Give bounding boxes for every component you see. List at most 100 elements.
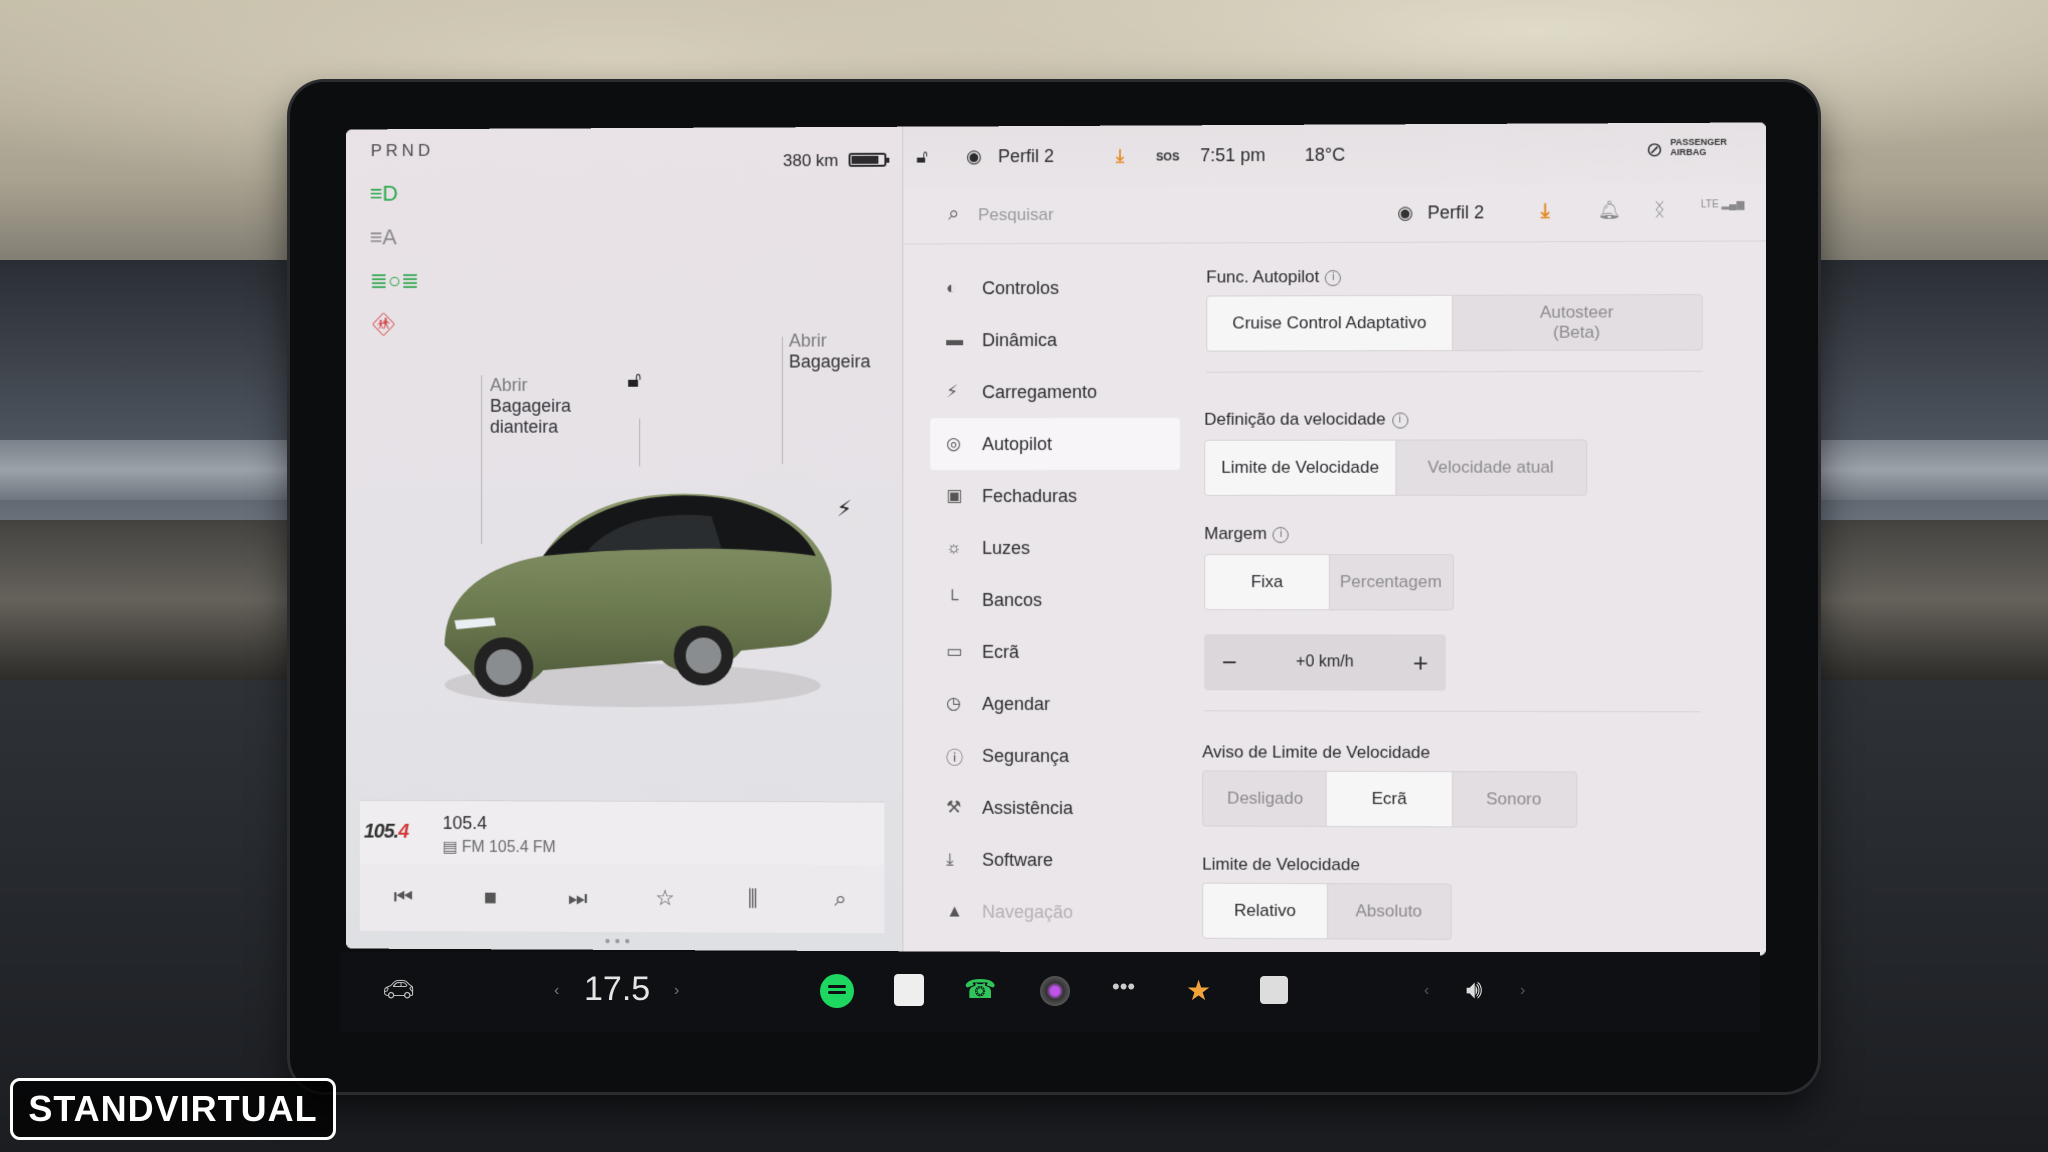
nav-item-luzes[interactable]: ☼ Luzes (930, 522, 1180, 574)
toggle-icon: ◐ (946, 278, 982, 298)
nav-item-label: Software (982, 849, 1053, 870)
autopilot-features-selector: Cruise Control Adaptativo Autosteer (Bet… (1206, 294, 1703, 352)
nav-item-carregamento[interactable]: ⚡︎ Carregamento (930, 366, 1180, 418)
nav-item-seguranca[interactable]: ⓘ Segurança (930, 730, 1180, 783)
open-trunk-button[interactable]: Abrir Bagageira (789, 330, 871, 372)
software-update-icon[interactable]: ⤓ (1541, 200, 1550, 223)
relative-option[interactable]: Relativo (1203, 884, 1327, 939)
favorite-star-icon[interactable]: ☆ (645, 885, 685, 911)
nav-item-label: Fechaduras (982, 485, 1077, 506)
decrease-button[interactable]: − (1204, 647, 1254, 678)
previous-track-icon[interactable]: ⏮︎ (384, 884, 423, 910)
dashcam-icon[interactable] (1040, 976, 1070, 1006)
speed-warning-title: Aviso de Limite de Velocidade (1202, 742, 1430, 763)
info-icon: ⓘ (946, 743, 982, 768)
phone-icon[interactable]: ☎︎ (964, 974, 996, 1005)
nav-item-bancos[interactable]: └ Bancos (930, 574, 1180, 626)
media-player-info[interactable]: 105.4 105.4 ▤ FM 105.4 FM (360, 800, 884, 866)
user-icon: ◉ (966, 146, 982, 167)
media-controls: ⏮︎ ■ ⏭︎ ☆ ⫼ ⌕ (360, 863, 884, 933)
volume-up-chevron-icon[interactable]: › (1520, 982, 1525, 1000)
increase-button[interactable]: + (1395, 647, 1445, 678)
nav-item-fechaduras[interactable]: ▣ Fechaduras (930, 470, 1180, 522)
cabin-temperature[interactable]: 17.5 (584, 970, 650, 1009)
next-track-icon[interactable]: ⏭︎ (558, 885, 598, 911)
nav-item-ecra[interactable]: ▭ Ecrã (930, 626, 1180, 678)
profile-button[interactable]: Perfil 2 (1428, 202, 1485, 223)
nav-item-label: Autopilot (982, 433, 1052, 454)
warning-off-option[interactable]: Desligado (1203, 771, 1327, 826)
download-icon: ⤓ (946, 850, 982, 870)
page-dots: ●●● (605, 936, 635, 947)
nav-item-autopilot[interactable]: ◎ Autopilot (930, 418, 1180, 470)
nav-item-label: Luzes (982, 538, 1030, 559)
temp-increase-chevron-icon[interactable]: › (674, 982, 679, 1000)
nav-item-software[interactable]: ⤓ Software (930, 834, 1180, 887)
airbag-off-icon: ⊘ (1646, 137, 1663, 162)
unlock-icon[interactable]: 🔓︎ (627, 367, 641, 393)
speed-limit-option[interactable]: Limite de Velocidade (1205, 441, 1395, 495)
nav-item-label: Agendar (982, 693, 1050, 714)
current-speed-option[interactable]: Velocidade atual (1395, 440, 1586, 494)
auto-highbeam-icon: ≡A (370, 224, 397, 250)
cellular-signal-icon: LTE ▂▄▆ (1701, 199, 1745, 210)
nav-item-controlos[interactable]: ◐ Controlos (930, 262, 1180, 315)
update-download-icon[interactable]: ⤓ (1116, 146, 1124, 167)
spotify-icon[interactable] (820, 974, 854, 1008)
speed-limit-mode-selector: Relativo Absoluto (1202, 883, 1452, 940)
touchscreen: PRND 380 km ≡D ≡A ≣○≣ 🚸︎ Abrir Bagageira… (346, 122, 1766, 955)
nav-item-assistencia[interactable]: ⚒︎ Assistência (930, 782, 1180, 835)
info-icon[interactable]: i (1325, 270, 1341, 286)
notifications-bell-icon[interactable]: 🔔︎ (1597, 200, 1620, 221)
volume-speaker-icon[interactable]: 🔊︎ (1466, 974, 1482, 1006)
toybox-icon[interactable]: ★ (1186, 974, 1211, 1007)
offset-value: +0 km/h (1254, 653, 1395, 671)
bluetooth-icon[interactable]: ᛝ (1654, 200, 1665, 221)
offset-stepper: − +0 km/h + (1204, 634, 1445, 691)
clock-icon: ◷ (946, 694, 982, 714)
radio-station-logo: 105.4 (364, 821, 408, 844)
trunk-callout-line (782, 337, 783, 465)
nav-item-label: Ecrã (982, 641, 1019, 662)
search-input[interactable] (978, 199, 1278, 230)
warning-chime-option[interactable]: Sonoro (1451, 772, 1576, 827)
open-frunk-button[interactable]: Abrir Bagageira dianteira (490, 375, 585, 438)
profile-icon: ◉ (1397, 203, 1413, 224)
settings-nav: ◐ Controlos ▬ Dinâmica ⚡︎ Carregamento ◎ Autopi… (930, 262, 1180, 939)
volume-down-chevron-icon[interactable]: ‹ (1424, 982, 1429, 1000)
lock-icon: ▣ (946, 486, 982, 506)
nav-item-navegacao[interactable]: ▲ Navegação (930, 886, 1180, 939)
info-icon[interactable]: i (1273, 526, 1289, 542)
door-lock-icon[interactable]: 🔓︎ (916, 147, 928, 168)
cruise-control-option[interactable]: Cruise Control Adaptativo (1207, 296, 1452, 351)
frunk-name: Bagageira dianteira (490, 396, 585, 438)
equalizer-icon[interactable]: ⫼ (733, 886, 773, 912)
nav-item-label: Navegação (982, 901, 1073, 922)
car-status-pane: PRND 380 km ≡D ≡A ≣○≣ 🚸︎ Abrir Bagageira… (346, 127, 903, 952)
info-icon[interactable]: i (1392, 412, 1408, 428)
theater-icon[interactable] (1260, 976, 1288, 1004)
offset-type-selector: Fixa Percentagem (1204, 554, 1454, 610)
nav-item-label: Bancos (982, 589, 1042, 610)
taskbar: 🚗︎ ‹ 17.5 › ☎︎ ••• ★ ‹ 🔊︎ › (340, 952, 1760, 1032)
nav-item-agendar[interactable]: ◷ Agendar (930, 678, 1180, 730)
status-profile-name[interactable]: Perfil 2 (998, 146, 1054, 167)
status-bar: 🔓︎ ◉ Perfil 2 ⤓ SOS 7:51 pm 18°C ⊘ PASSE… (904, 122, 1766, 188)
warning-display-option[interactable]: Ecrã (1327, 772, 1451, 827)
fixed-offset-option[interactable]: Fixa (1205, 555, 1329, 609)
media-search-icon[interactable]: ⌕ (821, 886, 861, 912)
percentage-offset-option[interactable]: Percentagem (1329, 555, 1453, 609)
seatbelt-warning-icon: 🚸︎ (370, 312, 397, 338)
more-apps-icon[interactable]: ••• (1112, 974, 1135, 1000)
open-trunk-label: Abrir (789, 331, 827, 351)
stop-icon[interactable]: ■ (471, 885, 510, 911)
car-icon: ▬ (946, 330, 982, 350)
car-icon[interactable]: 🚗︎ (382, 974, 415, 1005)
absolute-option[interactable]: Absoluto (1327, 884, 1451, 939)
temp-decrease-chevron-icon[interactable]: ‹ (554, 982, 559, 1000)
section-divider (1204, 710, 1701, 712)
open-frunk-label: Abrir (490, 375, 528, 395)
notes-app-icon[interactable] (894, 974, 924, 1006)
nav-item-dinamica[interactable]: ▬ Dinâmica (930, 314, 1180, 367)
autosteer-option[interactable]: Autosteer (Beta) (1452, 295, 1702, 350)
